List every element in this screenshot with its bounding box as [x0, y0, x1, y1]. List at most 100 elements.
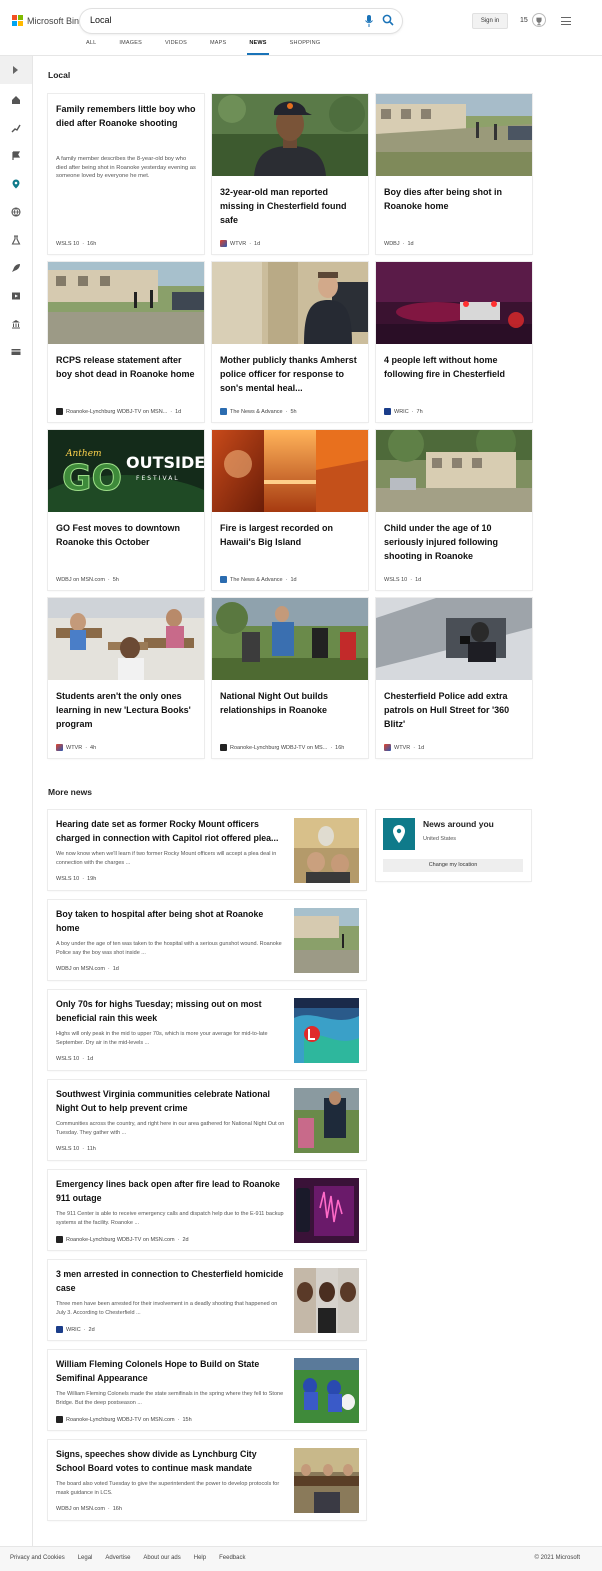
news-card[interactable]: Boy dies after being shot in Roanoke hom…: [376, 94, 532, 254]
footer-link-about-ads[interactable]: About our ads: [143, 1555, 180, 1561]
card-image[interactable]: [48, 262, 204, 344]
sign-in-button[interactable]: Sign in: [472, 13, 508, 29]
item-title[interactable]: Hearing date set as former Rocky Mount o…: [56, 818, 288, 845]
flag-icon[interactable]: [11, 151, 21, 161]
news-list-item[interactable]: Only 70s for highs Tuesday; missing out …: [48, 990, 366, 1070]
microphone-icon[interactable]: [364, 15, 374, 27]
item-title[interactable]: Signs, speeches show divide as Lynchburg…: [56, 1448, 288, 1475]
news-card[interactable]: Mother publicly thanks Amherst police of…: [212, 262, 368, 422]
card-image[interactable]: [376, 94, 532, 176]
news-list-item[interactable]: Emergency lines back open after fire lea…: [48, 1170, 366, 1250]
footer-link-help[interactable]: Help: [194, 1555, 206, 1561]
card-title[interactable]: Boy dies after being shot in Roanoke hom…: [384, 185, 528, 213]
card-title[interactable]: Fire is largest recorded on Hawaii's Big…: [220, 521, 364, 549]
footer-link-legal[interactable]: Legal: [78, 1555, 93, 1561]
source-name: WTVR: [394, 744, 411, 751]
card-image[interactable]: Anthem GO OUTSIDE FESTIVAL: [48, 430, 204, 512]
card-image[interactable]: [212, 262, 368, 344]
item-title[interactable]: Only 70s for highs Tuesday; missing out …: [56, 998, 288, 1025]
footer-link-advertise[interactable]: Advertise: [105, 1555, 130, 1561]
item-thumbnail[interactable]: [294, 1448, 359, 1513]
card-title[interactable]: Chesterfield Police add extra patrols on…: [384, 689, 528, 731]
card-title[interactable]: 32-year-old man reported missing in Ches…: [220, 185, 364, 227]
news-card[interactable]: Students aren't the only ones learning i…: [48, 598, 204, 758]
news-list-item[interactable]: Boy taken to hospital after being shot a…: [48, 900, 366, 980]
card-image[interactable]: [48, 598, 204, 680]
source-name: The News & Advance: [230, 576, 283, 583]
news-card[interactable]: Fire is largest recorded on Hawaii's Big…: [212, 430, 368, 590]
rocket-icon[interactable]: [11, 263, 21, 273]
location-pin-icon[interactable]: [11, 179, 21, 189]
search-box[interactable]: Local: [80, 9, 402, 33]
footer-link-feedback[interactable]: Feedback: [219, 1555, 245, 1561]
home-icon[interactable]: [11, 95, 21, 105]
news-card[interactable]: 32-year-old man reported missing in Ches…: [212, 94, 368, 254]
item-title[interactable]: Boy taken to hospital after being shot a…: [56, 908, 288, 935]
item-title[interactable]: Southwest Virginia communities celebrate…: [56, 1088, 288, 1115]
card-image[interactable]: [376, 262, 532, 344]
tab-images[interactable]: IMAGES: [119, 40, 142, 56]
card-image[interactable]: [376, 430, 532, 512]
item-thumbnail[interactable]: [294, 908, 359, 973]
item-title[interactable]: Emergency lines back open after fire lea…: [56, 1178, 288, 1205]
politics-icon[interactable]: [11, 319, 21, 329]
menu-icon[interactable]: [561, 17, 571, 25]
card-source: WSLS 10 · 1d: [384, 577, 422, 583]
money-icon[interactable]: [11, 347, 21, 357]
card-title[interactable]: Mother publicly thanks Amherst police of…: [220, 353, 364, 395]
card-source: The News & Advance · 1d: [220, 576, 365, 583]
bing-logo[interactable]: Microsoft Bing: [12, 15, 84, 26]
card-title[interactable]: RCPS release statement after boy shot de…: [56, 353, 200, 381]
news-card[interactable]: Family remembers little boy who died aft…: [48, 94, 204, 254]
card-title[interactable]: Child under the age of 10 seriously inju…: [384, 521, 528, 563]
card-image[interactable]: [212, 598, 368, 680]
tab-all[interactable]: ALL: [86, 40, 96, 56]
trending-icon[interactable]: [11, 123, 21, 133]
rewards-trophy-icon[interactable]: [532, 13, 546, 27]
card-title[interactable]: Family remembers little boy who died aft…: [56, 102, 200, 130]
card-image[interactable]: [212, 94, 368, 176]
go-fest-logo: AnthemGO OUTSIDEFESTIVAL: [48, 430, 204, 512]
tab-videos[interactable]: VIDEOS: [165, 40, 187, 56]
source-name: WSLS 10: [56, 241, 80, 247]
tab-shopping[interactable]: SHOPPING: [290, 40, 321, 56]
search-input[interactable]: Local: [90, 15, 112, 25]
item-thumbnail[interactable]: [294, 1088, 359, 1153]
item-thumbnail[interactable]: [294, 1178, 359, 1243]
source-name: Roanoke-Lynchburg WDBJ-TV on MSN...: [66, 408, 168, 415]
card-title[interactable]: 4 people left without home following fir…: [384, 353, 528, 381]
item-thumbnail[interactable]: [294, 998, 359, 1063]
globe-icon[interactable]: [11, 207, 21, 217]
expand-sidebar-button[interactable]: [0, 56, 32, 84]
news-list-item[interactable]: Signs, speeches show divide as Lynchburg…: [48, 1440, 366, 1520]
news-card[interactable]: 4 people left without home following fir…: [376, 262, 532, 422]
science-icon[interactable]: [11, 235, 21, 245]
news-card[interactable]: National Night Out builds relationships …: [212, 598, 368, 758]
news-card[interactable]: Anthem GO OUTSIDE FESTIVAL GO Fest moves to…: [48, 430, 204, 590]
card-title[interactable]: National Night Out builds relationships …: [220, 689, 364, 717]
card-title[interactable]: Students aren't the only ones learning i…: [56, 689, 200, 731]
footer-link-privacy[interactable]: Privacy and Cookies: [10, 1555, 65, 1561]
change-location-button[interactable]: Change my location: [383, 859, 523, 872]
tab-maps[interactable]: MAPS: [210, 40, 226, 56]
item-thumbnail[interactable]: [294, 1268, 359, 1333]
item-title[interactable]: William Fleming Colonels Hope to Build o…: [56, 1358, 288, 1385]
news-list-item[interactable]: 3 men arrested in connection to Chesterf…: [48, 1260, 366, 1340]
news-card[interactable]: Child under the age of 10 seriously inju…: [376, 430, 532, 590]
card-title[interactable]: GO Fest moves to downtown Roanoke this O…: [56, 521, 200, 549]
news-card[interactable]: RCPS release statement after boy shot de…: [48, 262, 204, 422]
item-thumbnail[interactable]: [294, 1358, 359, 1423]
video-icon[interactable]: [11, 291, 21, 301]
card-image[interactable]: [376, 598, 532, 680]
card-image[interactable]: [212, 430, 368, 512]
tab-news[interactable]: NEWS: [247, 40, 270, 56]
item-thumbnail[interactable]: [294, 818, 359, 883]
item-title[interactable]: 3 men arrested in connection to Chesterf…: [56, 1268, 288, 1295]
news-list-item[interactable]: William Fleming Colonels Hope to Build o…: [48, 1350, 366, 1430]
news-list-item[interactable]: Southwest Virginia communities celebrate…: [48, 1080, 366, 1160]
news-card[interactable]: Chesterfield Police add extra patrols on…: [376, 598, 532, 758]
news-list-item[interactable]: Hearing date set as former Rocky Mount o…: [48, 810, 366, 890]
rewards-points[interactable]: 15: [520, 17, 528, 24]
item-source: WDBJ on MSN.com · 1d: [56, 966, 119, 972]
search-icon[interactable]: [382, 14, 394, 26]
